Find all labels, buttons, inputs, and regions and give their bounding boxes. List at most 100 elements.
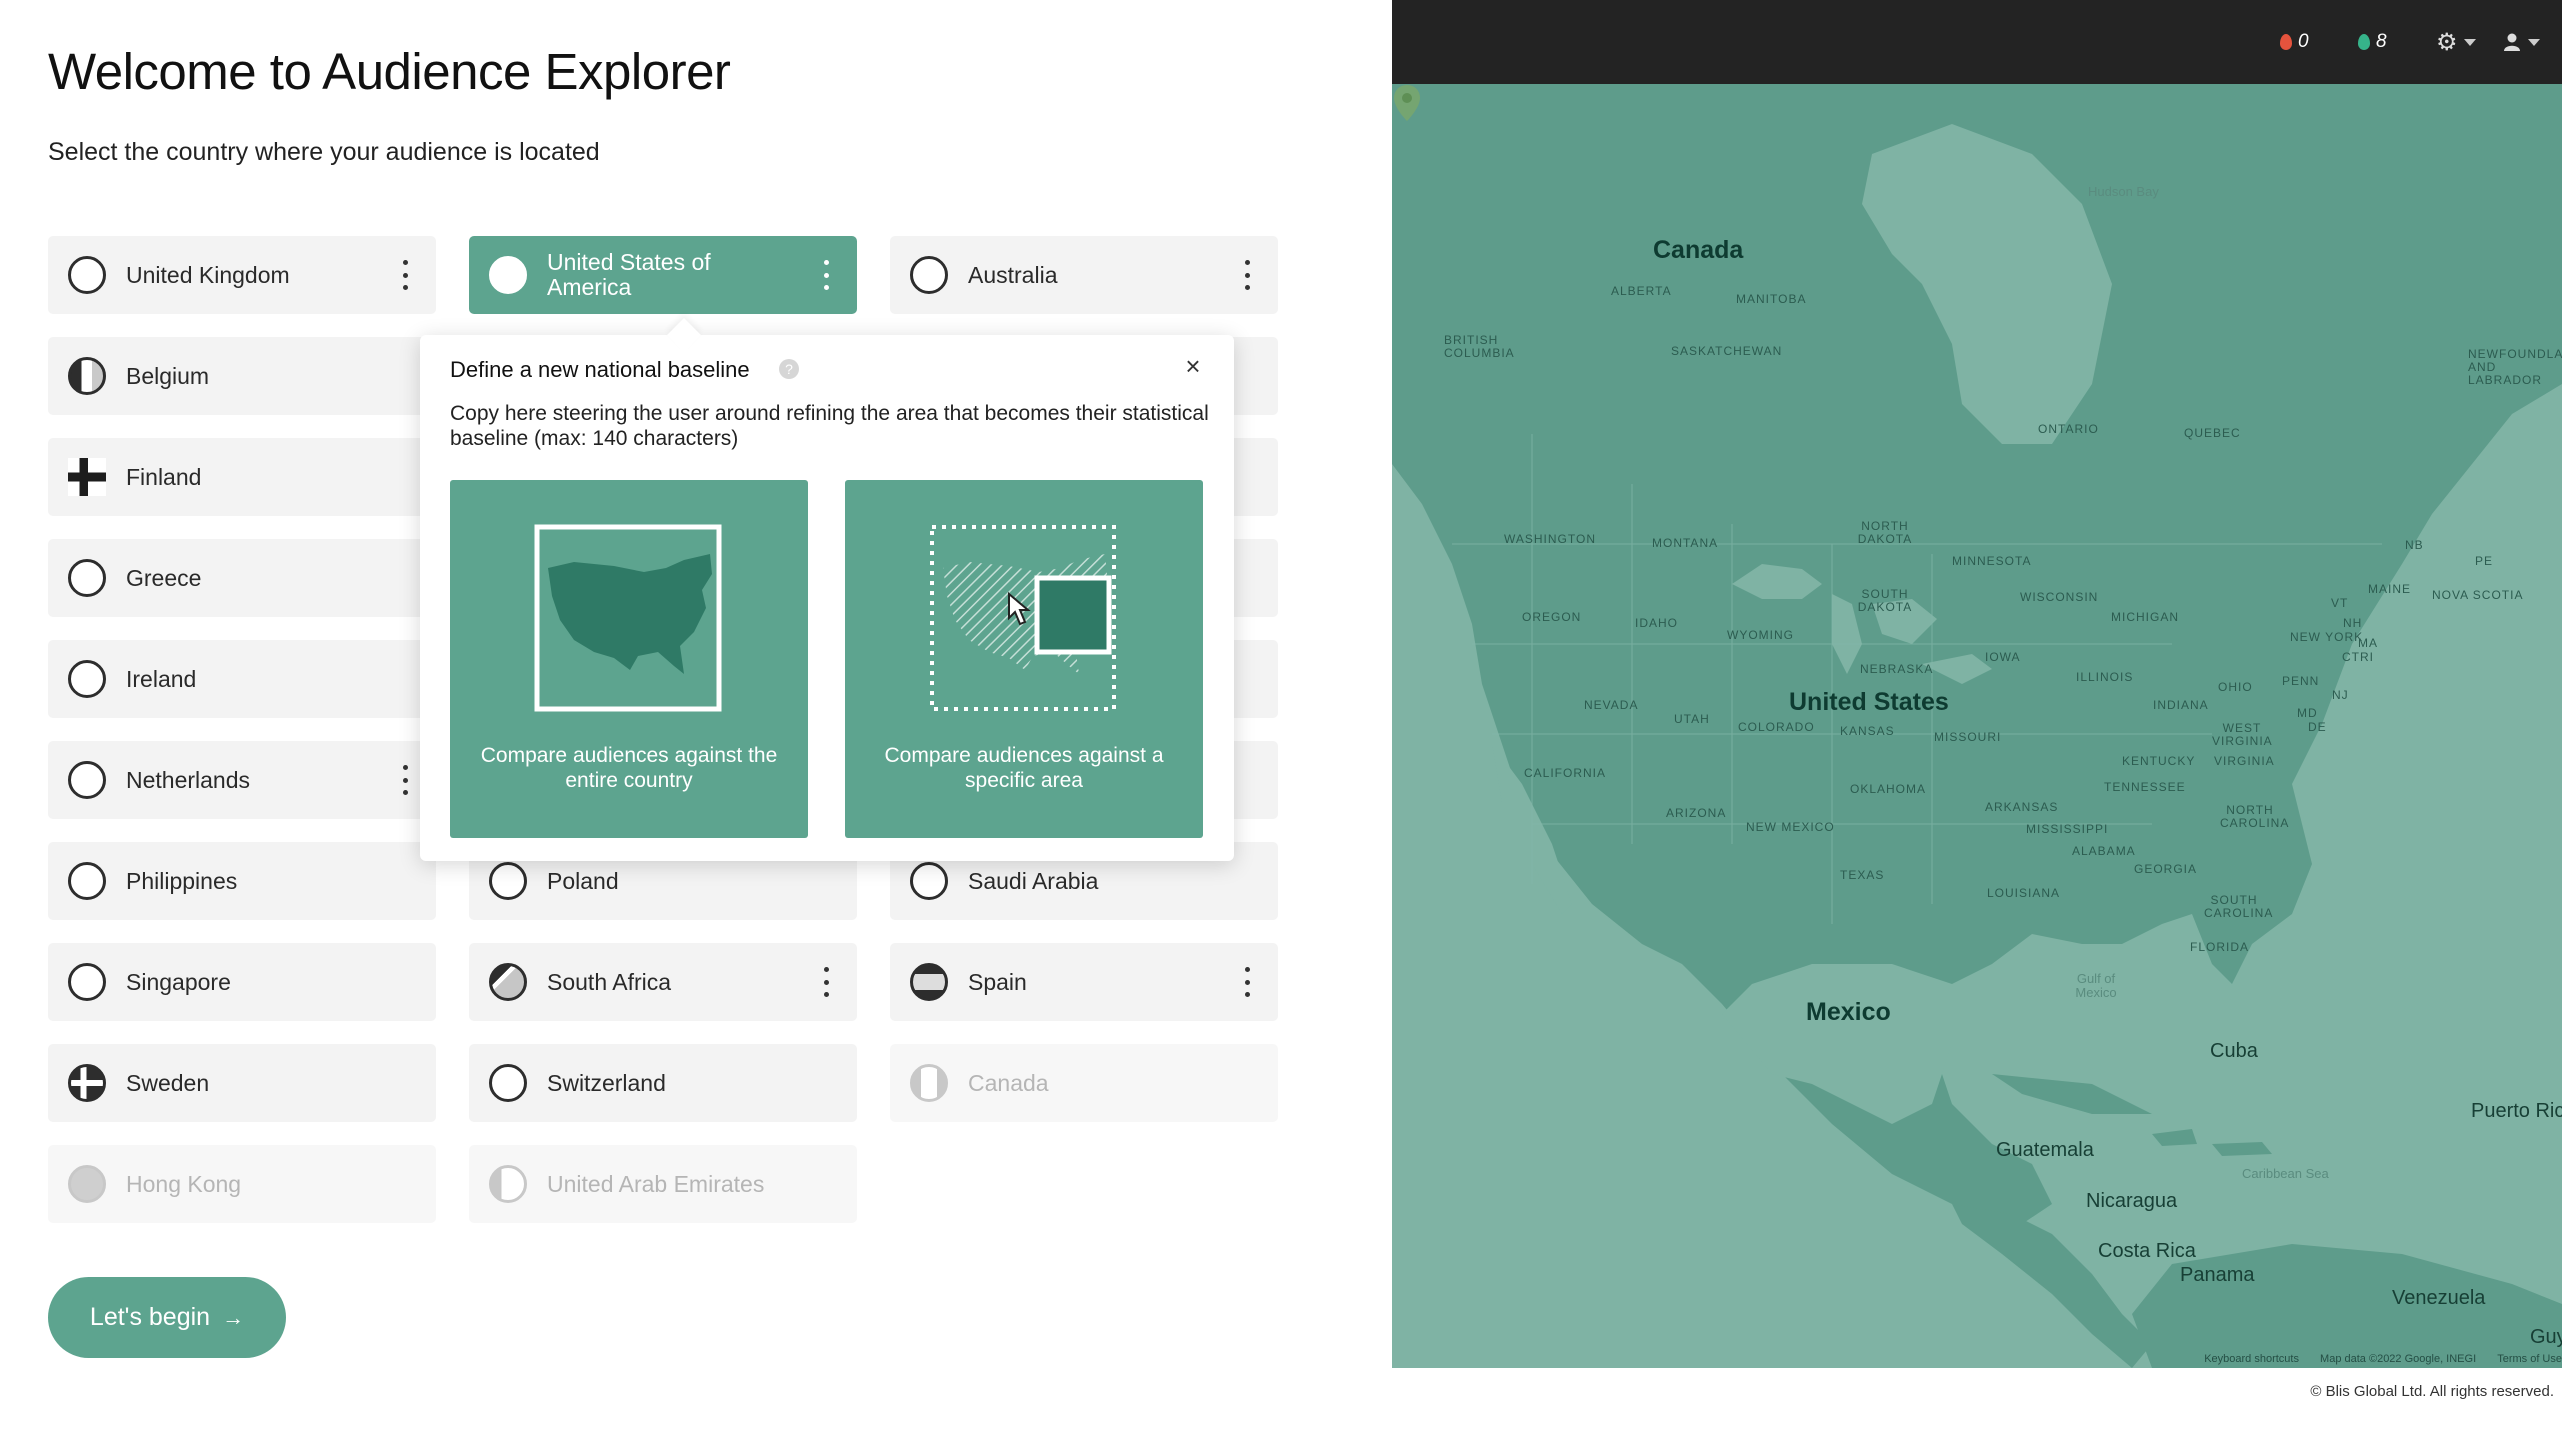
map-pin-icon[interactable]: [1392, 84, 1422, 122]
finland-flag-icon: [68, 458, 106, 496]
country-label: Australia: [968, 261, 1058, 288]
red-drop-icon: [2280, 34, 2292, 50]
chevron-down-icon: [2528, 38, 2540, 46]
popover-title: Define a new national baseline: [450, 357, 750, 382]
map-label: ARIZONA: [1666, 806, 1727, 820]
map-label: Costa Rica: [2098, 1240, 2196, 1262]
map-label: MANITOBA: [1736, 292, 1807, 306]
map-label: KANSAS: [1840, 724, 1895, 738]
more-options-icon[interactable]: [396, 765, 414, 795]
country-label: Hong Kong: [126, 1170, 242, 1197]
national-baseline-popover: Define a new national baseline ? × Copy …: [420, 335, 1234, 861]
green-notification[interactable]: 8: [2358, 28, 2387, 56]
popover-description: Copy here steering the user around refin…: [450, 402, 1209, 450]
country-card-philippines[interactable]: Philippines: [48, 842, 436, 920]
map-label: TENNESSEE: [2104, 780, 2186, 794]
entire-country-map-icon: [534, 524, 722, 712]
map-panel: 0 8 ⚙ Canada United States Mexico Cuba G…: [1392, 0, 2562, 1442]
sweden-flag-icon: [68, 1064, 106, 1102]
country-card-ireland[interactable]: Ireland: [48, 640, 436, 718]
greece-flag-icon: [68, 559, 106, 597]
keyboard-shortcuts-link[interactable]: Keyboard shortcuts: [2204, 1353, 2299, 1365]
map-label: NEBRASKA: [1860, 662, 1934, 676]
map-label: IOWA: [1985, 650, 2021, 664]
more-options-icon[interactable]: [817, 967, 835, 997]
map-label: MAINE: [2368, 582, 2412, 596]
country-label: Singapore: [126, 968, 231, 995]
country-label: Spain: [968, 968, 1027, 995]
map-label: Mexico: [1806, 998, 1891, 1026]
help-icon[interactable]: ?: [779, 359, 799, 379]
country-selection-panel: Welcome to Audience Explorer Select the …: [0, 0, 1392, 1442]
map-label: NORTH DAKOTA: [1857, 519, 1913, 546]
page-title: Welcome to Audience Explorer: [48, 43, 731, 100]
lets-begin-button[interactable]: Let's begin →: [48, 1277, 286, 1358]
country-label: Finland: [126, 463, 202, 490]
close-icon[interactable]: ×: [1180, 353, 1206, 379]
map-label: Hudson Bay: [2088, 184, 2159, 199]
map-label: NEW YORK: [2290, 630, 2364, 644]
option-label: Compare audiences against the entire cou…: [480, 744, 778, 792]
map-view[interactable]: Canada United States Mexico Cuba Guatema…: [1392, 84, 2562, 1368]
map-land-shapes: [1392, 84, 2562, 1368]
map-label: Venezuela: [2392, 1287, 2486, 1309]
more-options-icon[interactable]: [396, 260, 414, 290]
map-label: SASKATCHEWAN: [1671, 344, 1783, 358]
map-label: OREGON: [1522, 610, 1582, 624]
country-card-netherlands[interactable]: Netherlands: [48, 741, 436, 819]
philippines-flag-icon: [68, 862, 106, 900]
country-card-australia[interactable]: Australia: [890, 236, 1278, 314]
map-label: ONTARIO: [2038, 422, 2099, 436]
poland-flag-icon: [489, 862, 527, 900]
more-options-icon[interactable]: [1238, 260, 1256, 290]
red-notification[interactable]: 0: [2280, 28, 2309, 56]
country-card-united-arab-emirates: United Arab Emirates: [469, 1145, 857, 1223]
map-label: CALIFORNIA: [1524, 766, 1607, 780]
country-card-singapore[interactable]: Singapore: [48, 943, 436, 1021]
country-card-sweden[interactable]: Sweden: [48, 1044, 436, 1122]
entire-country-option[interactable]: Compare audiences against the entire cou…: [450, 480, 808, 838]
country-label: South Africa: [547, 968, 672, 995]
map-label: MINNESOTA: [1952, 554, 2032, 568]
country-card-switzerland[interactable]: Switzerland: [469, 1044, 857, 1122]
map-label: MISSOURI: [1934, 730, 2002, 744]
map-label: LOUISIANA: [1987, 886, 2061, 900]
map-label: IDAHO: [1635, 616, 1679, 630]
map-label: PE: [2475, 554, 2494, 568]
map-label: MONTANA: [1652, 536, 1719, 550]
country-card-greece[interactable]: Greece: [48, 539, 436, 617]
arrow-right-icon: →: [222, 1304, 245, 1330]
country-card-united-states[interactable]: United States of America: [469, 236, 857, 314]
more-options-icon[interactable]: [817, 260, 835, 290]
map-label: Guatemala: [1996, 1139, 2094, 1161]
terms-of-use-link[interactable]: Terms of Use: [2497, 1353, 2562, 1365]
country-label: Switzerland: [547, 1069, 666, 1096]
map-label: OKLAHOMA: [1850, 782, 1927, 796]
green-drop-icon: [2358, 34, 2370, 50]
belgium-flag-icon: [68, 357, 106, 395]
map-label: United States: [1789, 688, 1949, 716]
settings-menu[interactable]: ⚙: [2436, 28, 2476, 56]
map-label: NH: [2343, 616, 2363, 630]
country-label: United Kingdom: [126, 261, 290, 288]
country-label: Greece: [126, 564, 202, 591]
map-label: TEXAS: [1840, 868, 1885, 882]
map-label: MICHIGAN: [2111, 610, 2179, 624]
country-card-united-kingdom[interactable]: United Kingdom: [48, 236, 436, 314]
user-menu[interactable]: [2502, 28, 2540, 56]
switzerland-flag-icon: [489, 1064, 527, 1102]
country-card-belgium[interactable]: Belgium: [48, 337, 436, 415]
country-card-spain[interactable]: Spain: [890, 943, 1278, 1021]
user-icon: [2504, 33, 2520, 51]
map-label: ALBERTA: [1611, 284, 1672, 298]
country-card-finland[interactable]: Finland: [48, 438, 436, 516]
singapore-flag-icon: [68, 963, 106, 1001]
country-card-south-africa[interactable]: South Africa: [469, 943, 857, 1021]
more-options-icon[interactable]: [1238, 967, 1256, 997]
map-label: FLORIDA: [2190, 940, 2250, 954]
map-label: OHIO: [2218, 680, 2253, 694]
specific-area-option[interactable]: Compare audiences against a specific are…: [845, 480, 1203, 838]
map-label: SOUTH DAKOTA: [1857, 587, 1913, 614]
specific-area-map-icon: [930, 525, 1116, 711]
map-label: NEW MEXICO: [1746, 820, 1835, 834]
